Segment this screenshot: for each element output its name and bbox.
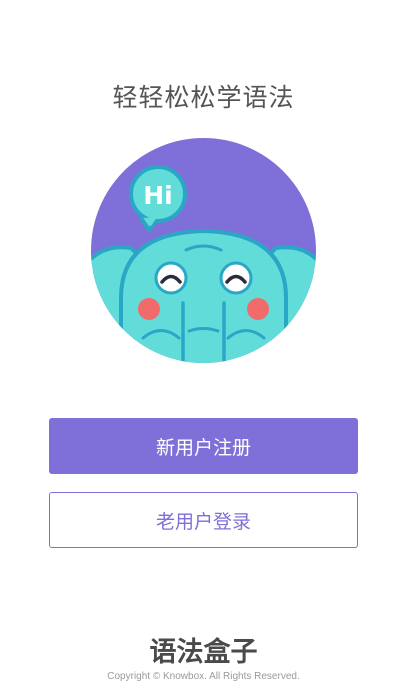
login-button[interactable]: 老用户登录 (49, 492, 358, 548)
brand-name: 语法盒子 (149, 637, 258, 668)
elephant-mascot-icon: Hi (91, 138, 316, 363)
copyright-text: Copyright © Knowbox. All Rights Reserved… (107, 671, 300, 682)
app-slogan: 轻轻松松学语法 (112, 83, 295, 112)
register-button[interactable]: 新用户注册 (49, 418, 358, 474)
speech-bubble-text: Hi (143, 181, 173, 210)
